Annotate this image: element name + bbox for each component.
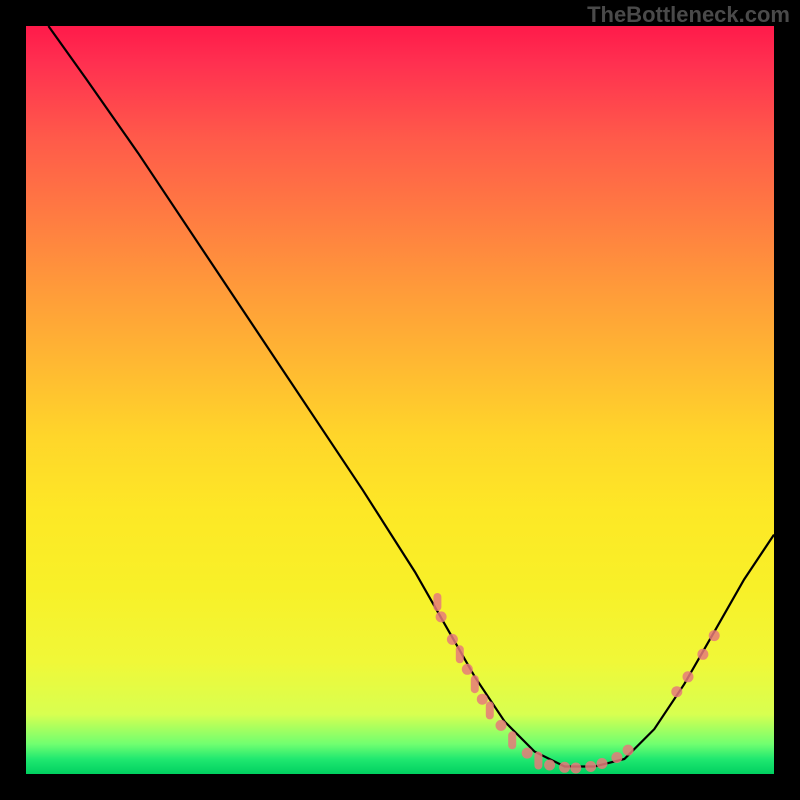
bottleneck-curve xyxy=(48,26,774,767)
curve-marker xyxy=(477,694,488,705)
curve-marker xyxy=(683,671,694,682)
curve-marker xyxy=(433,593,441,611)
curve-marker xyxy=(462,664,473,675)
curve-marker xyxy=(508,731,516,749)
curve-marker xyxy=(697,649,708,660)
curve-marker xyxy=(447,634,458,645)
curve-marker xyxy=(544,760,555,771)
chart-svg xyxy=(26,26,774,774)
curve-marker xyxy=(709,630,720,641)
curve-marker xyxy=(471,675,479,693)
marker-group xyxy=(433,593,719,774)
curve-marker xyxy=(671,686,682,697)
curve-marker xyxy=(534,752,542,770)
curve-marker xyxy=(597,758,608,769)
curve-marker xyxy=(436,611,447,622)
chart-plot-area xyxy=(26,26,774,774)
watermark-text: TheBottleneck.com xyxy=(587,2,790,28)
curve-marker xyxy=(570,763,581,774)
curve-marker xyxy=(486,701,494,719)
curve-marker xyxy=(559,762,570,773)
curve-marker xyxy=(522,748,533,759)
curve-marker xyxy=(623,745,634,756)
curve-marker xyxy=(611,752,622,763)
curve-marker xyxy=(496,720,507,731)
curve-marker xyxy=(456,645,464,663)
curve-marker xyxy=(585,761,596,772)
